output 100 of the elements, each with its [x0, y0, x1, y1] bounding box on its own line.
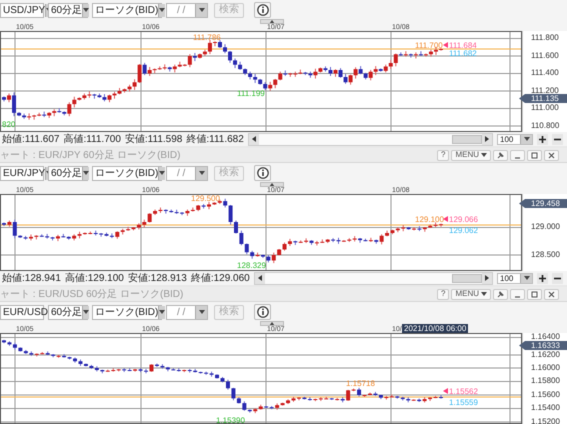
- ohlc-value: 安値:128.913: [128, 272, 187, 285]
- price-tick-label: 111.800: [531, 33, 559, 42]
- pin-icon: [497, 290, 504, 298]
- caret-icon: [269, 20, 275, 23]
- price-tag-arrow-icon: [519, 341, 525, 350]
- timeframe-select[interactable]: 60分足: [48, 2, 88, 18]
- chart-type-select[interactable]: ローソク(BID): [92, 2, 162, 18]
- menu-button[interactable]: MENU: [451, 150, 491, 160]
- scroll-thumb[interactable]: [452, 134, 482, 144]
- left-arrow-icon: [252, 136, 256, 142]
- high-price-label: 111.700: [415, 41, 443, 50]
- date-field[interactable]: / /: [166, 2, 208, 18]
- scroll-left-button[interactable]: [248, 134, 259, 144]
- high-price-label: 129.100: [415, 215, 444, 224]
- zoom-out-button[interactable]: [552, 134, 563, 144]
- caret-icon: [83, 8, 90, 12]
- date-field[interactable]: / /: [166, 304, 208, 320]
- caret-icon: [198, 171, 204, 175]
- collapse-button[interactable]: [260, 182, 284, 187]
- info-button[interactable]: [254, 2, 271, 18]
- crosshair-time-label: 2021/10/08 06:00: [402, 324, 468, 333]
- close-button[interactable]: [544, 288, 559, 300]
- price-tick-label: 129.000: [531, 222, 560, 231]
- price-tick-label: 111.400: [531, 68, 559, 77]
- price-tag-arrow-icon: [519, 94, 525, 103]
- zoom-select[interactable]: 100: [497, 272, 533, 284]
- close-button[interactable]: [544, 150, 559, 160]
- caret-icon: [159, 310, 166, 314]
- price-tick-label: 1.16400: [531, 332, 560, 341]
- price-tick-label: 111.000: [531, 103, 559, 112]
- caret-icon: [83, 310, 90, 314]
- chart-type-select[interactable]: ローソク(BID): [92, 166, 162, 180]
- info-icon: [256, 4, 268, 16]
- price-tick-label: 1.15400: [531, 403, 560, 412]
- minimize-button[interactable]: [510, 288, 525, 300]
- timeframe-select[interactable]: 60分足: [48, 304, 88, 320]
- caret-icon: [524, 276, 530, 280]
- caret-icon: [198, 310, 204, 314]
- maximize-icon: [531, 152, 538, 158]
- scrollbar[interactable]: [254, 272, 493, 284]
- low-price-label: 128.329: [237, 261, 266, 270]
- price-tick-label: 111.600: [531, 50, 559, 60]
- help-button[interactable]: ?: [436, 288, 450, 300]
- zoom-in-button[interactable]: [537, 272, 548, 284]
- info-button[interactable]: [254, 304, 271, 320]
- right-arrow-icon: [485, 136, 489, 142]
- ohlc-value: 始値:111.607: [2, 133, 60, 146]
- high-price-label: 1.15718: [346, 379, 375, 388]
- scroll-left-button[interactable]: [254, 272, 265, 284]
- scroll-right-button[interactable]: [482, 134, 492, 144]
- pin-button[interactable]: [493, 288, 508, 300]
- price-tick-label: 1.16000: [531, 362, 560, 372]
- bid-price-label: 1.15559: [449, 398, 478, 407]
- left-arrow-icon: [258, 275, 262, 281]
- help-button[interactable]: ?: [436, 150, 450, 160]
- pin-button[interactable]: [493, 150, 508, 160]
- ask-price-label: 111.684: [449, 41, 477, 50]
- caret-icon: [159, 8, 166, 12]
- triangle-marker-icon: [443, 42, 448, 48]
- caret-icon: [481, 153, 487, 157]
- ohlc-value: 終値:129.060: [190, 272, 250, 285]
- zoom-in-button[interactable]: [537, 134, 548, 144]
- chart-type-select[interactable]: ローソク(BID): [92, 304, 162, 320]
- minus-icon: [554, 136, 561, 142]
- caret-icon: [269, 183, 275, 186]
- caret-icon: [269, 322, 275, 325]
- plus-icon: [539, 274, 546, 282]
- high-price-label: 111.786: [193, 33, 221, 42]
- menu-button[interactable]: MENU: [451, 288, 491, 300]
- scroll-thumb[interactable]: [452, 274, 482, 282]
- low-price-label: 820: [2, 120, 16, 129]
- caret-icon: [159, 171, 166, 175]
- high-price-label: 129.500: [191, 195, 220, 203]
- info-icon: [256, 306, 268, 318]
- scrollbar[interactable]: [248, 132, 493, 146]
- collapse-button[interactable]: [260, 19, 284, 24]
- timeframe-select[interactable]: 60分足: [48, 166, 88, 180]
- price-tick-label: 1.16200: [531, 350, 560, 358]
- collapse-button[interactable]: [260, 321, 284, 326]
- info-button[interactable]: [254, 165, 271, 181]
- right-arrow-icon: [485, 275, 489, 281]
- caret-icon: [481, 292, 487, 296]
- triangle-marker-icon: [443, 216, 448, 222]
- date-field[interactable]: / /: [166, 166, 208, 180]
- price-tick-label: 110.800: [531, 120, 560, 130]
- maximize-icon: [531, 290, 538, 298]
- scroll-right-button[interactable]: [482, 272, 492, 284]
- zoom-out-button[interactable]: [552, 272, 563, 284]
- window-title: ャート : EUR/USD 60分足 ローソク(BID): [0, 288, 184, 301]
- maximize-button[interactable]: [527, 288, 542, 300]
- info-icon: [256, 167, 268, 179]
- price-tick-label: 128.500: [531, 250, 560, 258]
- maximize-button[interactable]: [527, 150, 542, 160]
- bid-price-label: 111.682: [449, 49, 477, 58]
- caret-icon: [198, 8, 204, 12]
- minimize-button[interactable]: [510, 150, 525, 160]
- pin-icon: [497, 152, 504, 158]
- price-tick-label: 1.15200: [531, 416, 560, 424]
- zoom-select[interactable]: 100: [497, 134, 533, 144]
- close-icon: [548, 290, 555, 298]
